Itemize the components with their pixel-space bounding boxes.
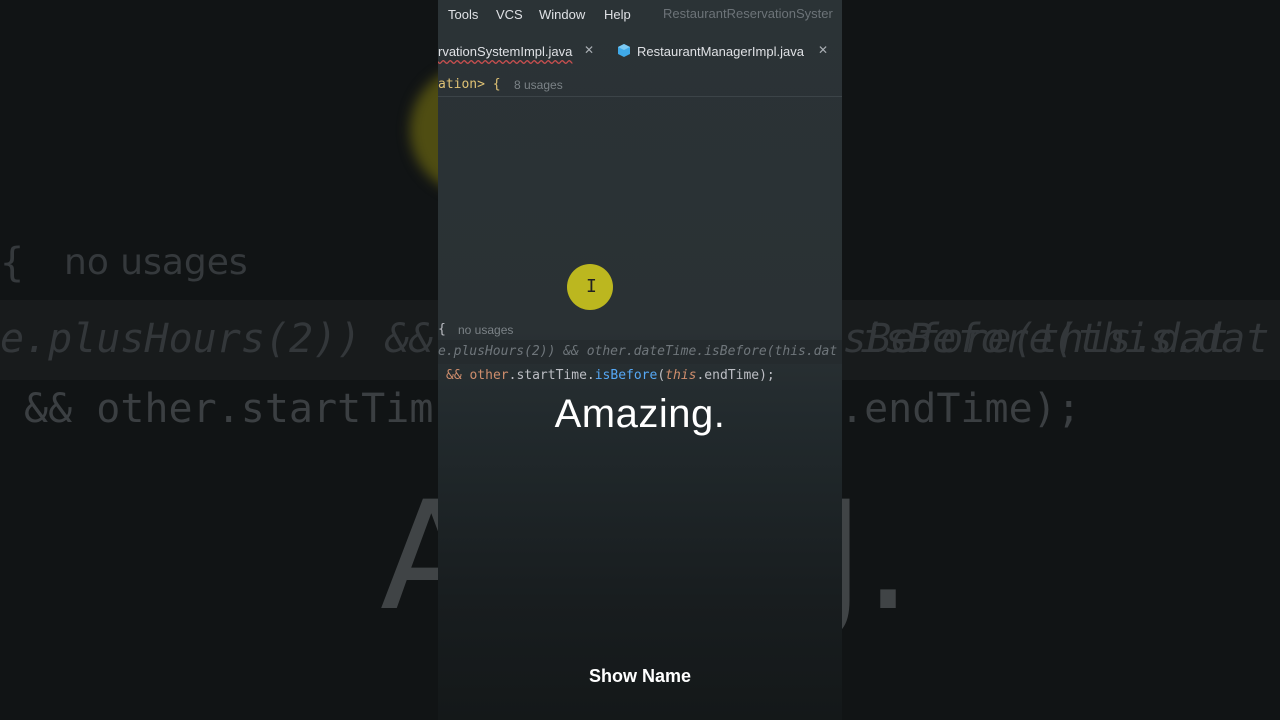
sticky-line-separator [438, 96, 842, 97]
code-token-field: .startTime. [508, 368, 595, 383]
project-title: RestaurantReservationSyster [663, 6, 833, 21]
background-code-line2: && other.startTim [24, 386, 434, 432]
method-usages-hint[interactable]: no usages [458, 323, 513, 337]
code-class-declaration[interactable]: ation> { [438, 77, 501, 92]
background-brace: { [0, 240, 25, 286]
menu-window[interactable]: Window [539, 7, 585, 22]
menu-tools[interactable]: Tools [448, 7, 478, 22]
menu-bar: Tools VCS Window Help RestaurantReservat… [438, 0, 842, 30]
background-code-line1-right: isBefore(this.dat [860, 316, 1270, 362]
close-icon[interactable]: ✕ [584, 43, 594, 57]
tab-label[interactable]: RestaurantManagerImpl.java [637, 44, 804, 59]
close-icon[interactable]: ✕ [818, 43, 828, 57]
code-line-overlap[interactable]: && other.startTime.isBefore(this.endTime… [446, 368, 775, 383]
text-cursor-icon: I [586, 276, 597, 297]
code-token-end: .endTime); [696, 368, 775, 383]
ide-panel: Tools VCS Window Help RestaurantReservat… [438, 0, 842, 720]
tab-label[interactable]: rvationSystemImpl.java [438, 44, 572, 59]
code-token-method: isBefore [594, 368, 658, 383]
background-code-line2-right: .endTime); [840, 386, 1081, 432]
show-name-label: Show Name [588, 666, 692, 686]
code-token-paren: ( [657, 368, 666, 383]
menu-vcs[interactable]: VCS [496, 7, 523, 22]
java-class-icon [618, 44, 630, 57]
editor-tab-bar: rvationSystemImpl.java ✕ RestaurantManag… [438, 34, 842, 68]
code-method-brace[interactable]: { [438, 322, 446, 337]
usages-hint[interactable]: 8 usages [514, 78, 563, 92]
code-token-and: && [446, 368, 462, 383]
code-token-other: other [469, 368, 509, 383]
caption-main: Amazing. [554, 392, 726, 436]
code-token-this: this [665, 368, 697, 383]
background-hint: no usages [64, 242, 248, 283]
code-ghost-line[interactable]: e.plusHours(2)) && other.dateTime.isBefo… [438, 344, 837, 359]
menu-help[interactable]: Help [604, 7, 631, 22]
